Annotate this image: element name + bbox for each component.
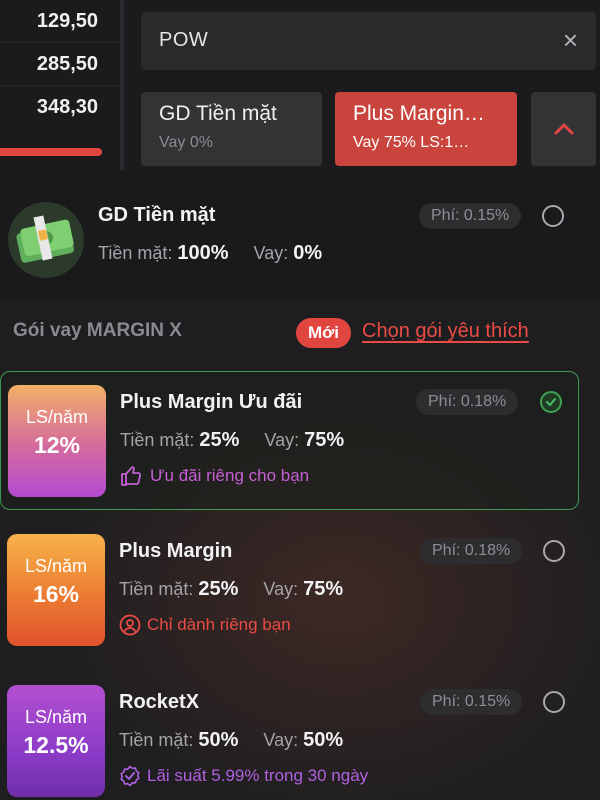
- package-name: Plus Margin: [119, 540, 233, 562]
- rate-box: LS/năm 12%: [8, 385, 106, 497]
- package-note: Ưu đãi riêng cho bạn: [120, 465, 309, 487]
- rate-box: LS/năm 16%: [7, 534, 105, 646]
- loan-package-panel: GD Tiền mặt Tiền mặt: 100% Vay: 0% Phí: …: [0, 170, 600, 800]
- rate-value: 12.5%: [23, 732, 89, 758]
- cash-value: 25%: [198, 578, 239, 600]
- loan-value: 75%: [304, 429, 345, 451]
- tab-title: Plus Margin…: [353, 102, 485, 125]
- collapse-button[interactable]: [531, 92, 596, 166]
- chevron-up-icon: [554, 123, 574, 135]
- loan-label: Vay:: [263, 730, 299, 750]
- cash-value: 50%: [198, 729, 239, 751]
- price-row[interactable]: 129,50: [0, 0, 120, 43]
- user-icon: [119, 614, 141, 636]
- cash-label: Tiền mặt:: [119, 579, 194, 599]
- note-text: Lãi suất 5.99% trong 30 ngày: [147, 766, 369, 785]
- fee-badge: Phí: 0.15%: [419, 203, 522, 229]
- loan-label: Vay:: [264, 430, 300, 450]
- tab-subtitle: Vay 0%: [159, 134, 213, 151]
- tab-title: GD Tiền mặt: [159, 102, 277, 125]
- note-text: Chỉ dành riêng bạn: [147, 615, 291, 634]
- loan-label: Vay:: [253, 243, 289, 263]
- thumbs-up-icon: [121, 466, 142, 486]
- cash-label: Tiền mặt:: [120, 430, 195, 450]
- cash-label: Tiền mặt:: [119, 730, 194, 750]
- package-ratio: Tiền mặt: 25% Vay: 75%: [119, 578, 343, 601]
- package-card[interactable]: LS/năm 12% Plus Margin Ưu đãi Tiền mặt: …: [0, 371, 579, 510]
- package-note: Chỉ dành riêng bạn: [119, 614, 291, 636]
- tab-cash-trading[interactable]: GD Tiền mặt Vay 0%: [141, 92, 322, 166]
- rate-value: 12%: [33, 432, 81, 458]
- close-icon[interactable]: ×: [563, 26, 578, 54]
- rate-value: 16%: [32, 581, 80, 607]
- radio-cash[interactable]: [542, 205, 564, 227]
- margin-heading: Gói vay MARGIN X: [13, 320, 182, 341]
- cash-trading-option[interactable]: GD Tiền mặt Tiền mặt: 100% Vay: 0% Phí: …: [0, 170, 600, 300]
- tab-subtitle: Vay 75% LS:1…: [353, 134, 470, 151]
- cash-title: GD Tiền mặt: [98, 204, 216, 226]
- radio-option[interactable]: [543, 540, 565, 562]
- discount-badge-icon: [120, 765, 140, 787]
- money-icon: [8, 202, 84, 278]
- price-row[interactable]: 285,50: [0, 43, 120, 86]
- radio-selected[interactable]: [540, 391, 562, 413]
- price-row[interactable]: 348,30: [0, 86, 120, 129]
- package-note: Lãi suất 5.99% trong 30 ngày: [119, 765, 368, 787]
- cash-label: Tiền mặt:: [98, 243, 173, 263]
- tab-plus-margin[interactable]: Plus Margin… Vay 75% LS:1…: [335, 92, 517, 166]
- rate-label: LS/năm: [24, 707, 88, 727]
- rate-box: LS/năm 12.5%: [7, 685, 105, 797]
- rate-label: LS/năm: [24, 556, 88, 576]
- rate-label: LS/năm: [25, 407, 89, 427]
- new-badge: Mới: [296, 318, 351, 348]
- package-name: RocketX: [119, 691, 200, 713]
- loan-value: 0%: [293, 242, 323, 264]
- package-card[interactable]: LS/năm 12.5% RocketX Tiền mặt: 50% Vay: …: [0, 672, 579, 800]
- radio-option[interactable]: [543, 691, 565, 713]
- package-name: Plus Margin Ưu đãi: [120, 391, 303, 413]
- fee-badge: Phí: 0.18%: [416, 389, 519, 415]
- search-value: POW: [159, 29, 209, 51]
- cash-value: 25%: [199, 429, 240, 451]
- loan-label: Vay:: [263, 579, 299, 599]
- package-ratio: Tiền mặt: 50% Vay: 50%: [119, 729, 343, 752]
- price-column: 129,50 285,50 348,30: [0, 0, 120, 170]
- package-card[interactable]: LS/năm 16% Plus Margin Tiền mặt: 25% Vay…: [0, 521, 579, 660]
- note-text: Ưu đãi riêng cho bạn: [150, 466, 310, 485]
- cash-value: 100%: [177, 242, 229, 264]
- check-icon: [546, 398, 556, 406]
- loan-value: 50%: [303, 729, 344, 751]
- symbol-search-input[interactable]: POW ×: [141, 12, 596, 70]
- package-ratio: Tiền mặt: 25% Vay: 75%: [120, 429, 344, 452]
- price-indicator-bar: [0, 148, 102, 156]
- cash-ratio: Tiền mặt: 100% Vay: 0%: [98, 242, 322, 265]
- fee-badge: Phí: 0.18%: [420, 538, 523, 564]
- column-divider: [120, 0, 124, 170]
- loan-value: 75%: [303, 578, 344, 600]
- choose-favorite-link[interactable]: Chọn gói yêu thích: [362, 320, 529, 343]
- fee-badge: Phí: 0.15%: [420, 689, 523, 715]
